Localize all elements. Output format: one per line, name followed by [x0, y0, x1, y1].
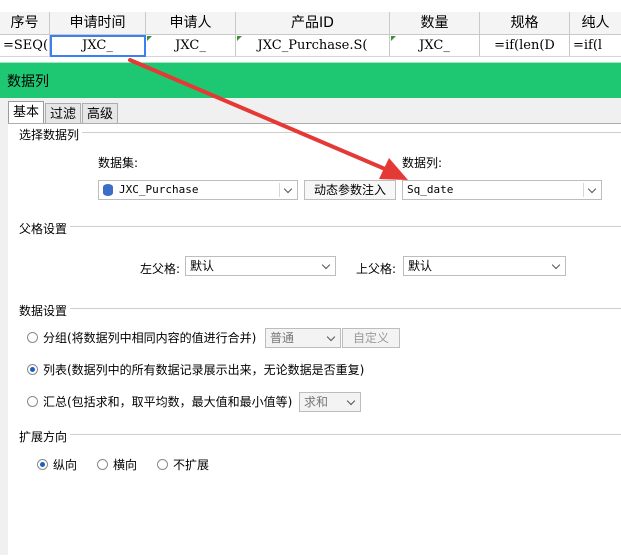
group-mode-value: 普通 — [270, 331, 295, 345]
cell[interactable]: =SEQ() — [0, 35, 50, 57]
column-header[interactable]: 规格 — [480, 12, 570, 35]
cell-selected[interactable]: JXC_ — [50, 35, 146, 57]
cell[interactable]: JXC_ — [146, 35, 236, 57]
custom-button[interactable]: 自定义 — [342, 328, 400, 348]
expand-none-label: 不扩展 — [173, 458, 210, 472]
cell[interactable]: =if(len(D — [480, 35, 570, 57]
spreadsheet-strip: 序号 申请时间 申请人 产品ID 数量 规格 纯人 =SEQ() JXC_ JX… — [0, 0, 621, 62]
expand-vertical-radio[interactable]: 纵向 — [37, 456, 77, 473]
cell[interactable]: JXC_ — [390, 35, 480, 57]
tab-advanced[interactable]: 高级 — [82, 103, 119, 125]
tab-basic[interactable]: 基本 — [8, 101, 45, 125]
column-header[interactable]: 申请人 — [146, 12, 236, 35]
cell-text: JXC_Purchase.S( — [257, 38, 368, 53]
group-option-label: 分组(将数据列中相同内容的值进行合并) — [43, 331, 257, 345]
cell-marker-icon — [147, 36, 152, 41]
divider — [22, 434, 621, 435]
column-header[interactable]: 纯人 — [570, 12, 621, 35]
radio-icon[interactable] — [27, 332, 38, 343]
cell-marker-icon — [391, 36, 396, 41]
divider — [22, 132, 621, 133]
column-header[interactable]: 数量 — [390, 12, 480, 35]
data-row: =SEQ() JXC_ JXC_ JXC_Purchase.S( JXC_ =i… — [0, 35, 621, 57]
cell-text: JXC_ — [419, 38, 450, 53]
expand-horizontal-radio[interactable]: 横向 — [97, 456, 137, 473]
expand-horizontal-label: 横向 — [113, 458, 138, 472]
group-title: 父格设置 — [19, 220, 71, 237]
cell[interactable]: =if(l — [570, 35, 621, 57]
chevron-down-icon[interactable] — [344, 393, 360, 411]
dynamic-param-button[interactable]: 动态参数注入 — [304, 180, 396, 200]
top-parent-label: 上父格: — [356, 262, 397, 276]
divider — [22, 308, 621, 309]
chevron-down-icon[interactable] — [281, 181, 297, 199]
expand-vertical-label: 纵向 — [53, 458, 78, 472]
column-select[interactable]: Sq_date — [402, 180, 602, 200]
column-value: Sq_date — [407, 183, 454, 196]
group-title: 选择数据列 — [19, 126, 83, 143]
chevron-down-icon[interactable] — [324, 329, 340, 347]
summary-option-radio[interactable]: 汇总(包括求和，取平均数，最大值和最小值等) — [27, 393, 292, 410]
dataset-select[interactable]: JXC_Purchase — [98, 180, 298, 200]
data-settings-group: 数据设置 分组(将数据列中相同内容的值进行合并) 普通 自定义 列表(数据列中的… — [19, 300, 621, 420]
summary-mode-value: 求和 — [304, 395, 329, 409]
divider — [279, 183, 280, 197]
cell-marker-icon — [237, 36, 242, 41]
top-parent-value: 默认 — [408, 259, 433, 273]
data-column-dialog: 数据列 基本 过滤 高级 选择数据列 数据集: JXC_Purchase 动态参… — [0, 62, 621, 556]
dialog-title: 数据列 — [7, 74, 49, 90]
left-parent-value: 默认 — [190, 259, 215, 273]
dialog-titlebar[interactable]: 数据列 — [0, 62, 621, 98]
radio-icon[interactable] — [97, 459, 108, 470]
group-mode-select[interactable]: 普通 — [265, 328, 341, 348]
summary-mode-select[interactable]: 求和 — [299, 392, 361, 412]
parent-cell-group: 父格设置 左父格: 默认 上父格: 默认 — [19, 218, 621, 298]
cell-text: JXC_ — [175, 38, 206, 53]
column-label: 数据列: — [402, 156, 443, 170]
chevron-down-icon[interactable] — [319, 257, 335, 275]
database-icon — [103, 184, 113, 196]
left-parent-select[interactable]: 默认 — [185, 256, 336, 276]
tab-panel: 选择数据列 数据集: JXC_Purchase 动态参数注入 数据列: Sq_d… — [8, 123, 621, 556]
divider — [583, 183, 584, 197]
tab-filter[interactable]: 过滤 — [45, 103, 82, 125]
select-column-group: 选择数据列 数据集: JXC_Purchase 动态参数注入 数据列: Sq_d… — [19, 124, 621, 206]
cell-text: JXC_ — [82, 38, 113, 53]
dataset-label: 数据集: — [98, 156, 139, 170]
dataset-value: JXC_Purchase — [119, 183, 199, 196]
column-header[interactable]: 序号 — [0, 12, 50, 35]
group-title: 数据设置 — [19, 302, 71, 319]
chevron-down-icon[interactable] — [585, 181, 601, 199]
column-header-row: 序号 申请时间 申请人 产品ID 数量 规格 纯人 — [0, 12, 621, 35]
radio-selected-icon[interactable] — [27, 364, 38, 375]
group-title: 扩展方向 — [19, 428, 71, 445]
left-parent-label: 左父格: — [140, 262, 181, 276]
chevron-down-icon[interactable] — [549, 257, 565, 275]
column-header[interactable]: 产品ID — [236, 12, 390, 35]
radio-icon[interactable] — [27, 396, 38, 407]
expand-none-radio[interactable]: 不扩展 — [157, 456, 209, 473]
cell[interactable]: JXC_Purchase.S( — [236, 35, 390, 57]
group-option-radio[interactable]: 分组(将数据列中相同内容的值进行合并) — [27, 329, 256, 346]
top-parent-select[interactable]: 默认 — [403, 256, 566, 276]
divider — [22, 226, 621, 227]
radio-selected-icon[interactable] — [37, 459, 48, 470]
column-header[interactable]: 申请时间 — [50, 12, 146, 35]
summary-option-label: 汇总(包括求和，取平均数，最大值和最小值等) — [43, 395, 293, 409]
expand-direction-group: 扩展方向 纵向 横向 不扩展 — [19, 426, 621, 486]
tab-bar: 基本 过滤 高级 — [8, 101, 119, 125]
list-option-radio[interactable]: 列表(数据列中的所有数据记录展示出来，无论数据是否重复) — [27, 361, 364, 378]
list-option-label: 列表(数据列中的所有数据记录展示出来，无论数据是否重复) — [43, 363, 365, 377]
radio-icon[interactable] — [157, 459, 168, 470]
